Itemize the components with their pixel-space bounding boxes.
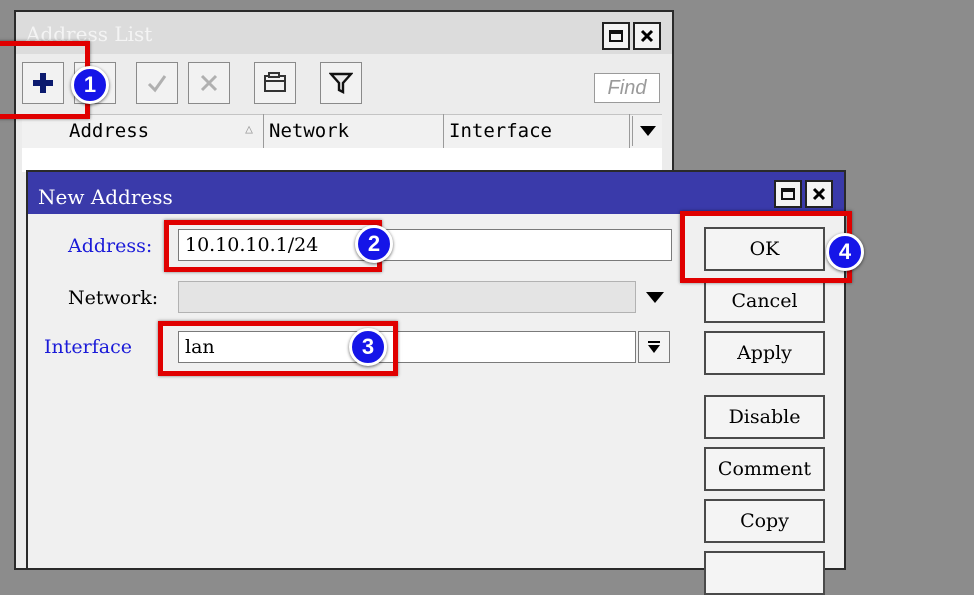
- callout-number-2: 2: [355, 225, 393, 263]
- maximize-icon: [609, 30, 623, 42]
- cross-icon: [200, 74, 218, 92]
- dialog-close-button[interactable]: [805, 180, 833, 208]
- comment-button[interactable]: Comment: [704, 447, 825, 491]
- callout-address-highlight: [164, 220, 382, 272]
- callout-number-4: 4: [826, 233, 864, 271]
- maximize-button[interactable]: [602, 22, 630, 50]
- apply-button[interactable]: Apply: [704, 331, 825, 375]
- callout-number-1: 1: [71, 66, 109, 104]
- dropdown-arrow-icon: [640, 126, 656, 136]
- enable-button[interactable]: [136, 62, 178, 104]
- disable-button[interactable]: [188, 62, 230, 104]
- columns-menu-button[interactable]: [632, 116, 663, 146]
- comment-button[interactable]: [254, 62, 296, 104]
- disable-button[interactable]: Disable: [704, 395, 825, 439]
- address-list-title-bar[interactable]: Address List: [16, 12, 672, 54]
- note-icon: [264, 72, 286, 92]
- sort-ascending-icon: △: [245, 122, 253, 137]
- dropdown-arrow-icon: [646, 291, 664, 303]
- maximize-icon: [781, 188, 795, 200]
- copy-button[interactable]: Copy: [704, 499, 825, 543]
- interface-label: Interface: [44, 336, 132, 358]
- close-icon: [812, 187, 826, 201]
- close-icon: [640, 29, 654, 43]
- network-dropdown-button[interactable]: [642, 284, 668, 310]
- address-table-body: [22, 148, 662, 172]
- dropdown-list-icon: [648, 341, 660, 353]
- column-label-address: Address: [69, 120, 150, 142]
- find-input[interactable]: Find: [594, 73, 660, 103]
- next-button[interactable]: [704, 551, 825, 595]
- close-button[interactable]: [633, 22, 661, 50]
- filter-button[interactable]: [320, 62, 362, 104]
- callout-number-3: 3: [349, 328, 387, 366]
- interface-dropdown-button[interactable]: [638, 331, 670, 363]
- column-label-network: Network: [269, 120, 350, 142]
- column-header-address[interactable]: Address △: [64, 114, 264, 148]
- cancel-button[interactable]: Cancel: [704, 279, 825, 323]
- column-header-network[interactable]: Network: [264, 114, 444, 148]
- checkmark-icon: [147, 75, 167, 93]
- new-address-title: New Address: [38, 185, 173, 209]
- column-label-interface: Interface: [449, 120, 552, 142]
- filter-icon: [329, 72, 353, 94]
- column-header-interface[interactable]: Interface: [444, 114, 630, 148]
- new-address-title-bar[interactable]: New Address: [28, 172, 844, 214]
- network-input: [178, 281, 636, 313]
- address-label: Address:: [68, 235, 153, 257]
- network-label: Network:: [68, 287, 159, 309]
- dialog-maximize-button[interactable]: [774, 180, 802, 208]
